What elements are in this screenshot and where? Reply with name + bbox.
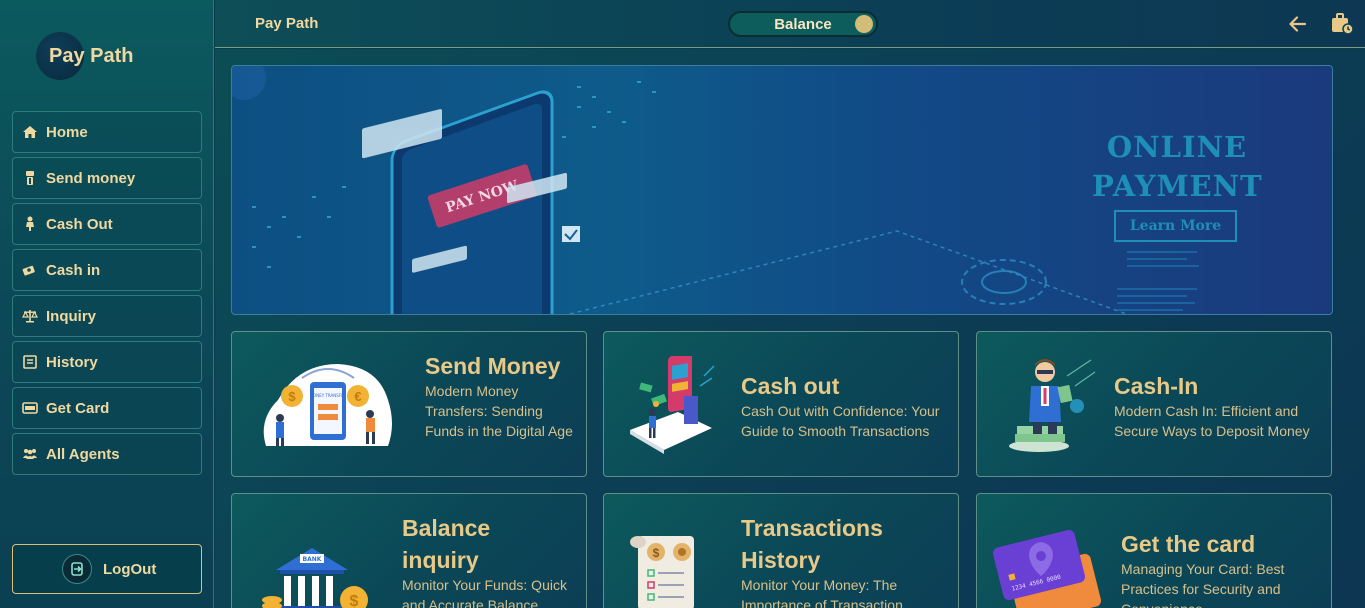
card-title: Send Money	[425, 353, 561, 379]
sidebar-item-history[interactable]: History	[12, 341, 202, 383]
card-get-the-card[interactable]: 1234 4566 0000 Get the card Managing You…	[976, 493, 1332, 608]
back-arrow-icon[interactable]	[1288, 14, 1308, 34]
main-content: PAY NOW ONLINE PAYMENT Learn More MONEY …	[215, 49, 1365, 608]
sidebar-item-label: Inquiry	[46, 307, 97, 325]
balance-label: Balance	[774, 15, 832, 33]
sidebar-item-label: Get Card	[46, 399, 110, 417]
history-icon	[22, 354, 38, 370]
svg-text:$: $	[288, 389, 296, 404]
logout-icon	[62, 554, 92, 584]
sidebar-item-cash-out[interactable]: Cash Out	[12, 203, 202, 245]
sidebar-item-all-agents[interactable]: All Agents	[12, 433, 202, 475]
card-balance-inquiry[interactable]: BANK $ Balance inquiry Monitor Your Fund…	[231, 493, 587, 608]
sidebar-nav: Home Send money Cash Out Cash in Inquiry	[12, 111, 202, 479]
receipt-illustration: $	[630, 536, 694, 608]
card-description: Managing Your Card: Best Practices for S…	[1121, 561, 1285, 608]
cash-out-icon	[22, 216, 38, 232]
bank-illustration: BANK $	[262, 548, 368, 608]
sidebar-item-label: Cash Out	[46, 215, 113, 233]
promo-banner[interactable]: PAY NOW ONLINE PAYMENT Learn More	[231, 65, 1333, 315]
brand-name: Pay Path	[49, 44, 134, 67]
card-title: Cash-In	[1114, 373, 1199, 399]
brand-logo[interactable]: Pay Path	[36, 32, 133, 80]
balance-toggle-knob	[855, 15, 873, 33]
cash-in-icon	[22, 262, 38, 278]
sidebar: Pay Path Home Send money Cash Out Cash i…	[0, 0, 214, 608]
logout-button[interactable]: LogOut	[12, 544, 202, 594]
sidebar-item-label: Cash in	[46, 261, 101, 279]
money-transfer-text: MONEY TRANSFER	[310, 393, 347, 398]
header-title: Pay Path	[255, 15, 319, 32]
top-bar: Pay Path Balance	[215, 0, 1365, 48]
card-title: Transactions History	[741, 515, 883, 573]
cash-in-illustration	[1009, 359, 1096, 452]
agents-icon	[22, 446, 38, 462]
card-description: Cash Out with Confidence: Your Guide to …	[741, 403, 940, 439]
balance-toggle[interactable]: Balance	[728, 11, 878, 37]
svg-text:€: €	[354, 389, 361, 404]
card-description: Monitor Your Money: The Importance of Tr…	[741, 577, 903, 608]
card-transactions-history[interactable]: $ Transactions History Monitor Your Mone…	[603, 493, 959, 608]
scale-icon	[22, 308, 38, 324]
sidebar-item-label: All Agents	[46, 445, 120, 463]
card-cash-in[interactable]: Cash-In Modern Cash In: Efficient and Se…	[976, 331, 1332, 477]
svg-text:$: $	[350, 593, 359, 608]
cash-out-illustration	[630, 356, 715, 454]
card-title: Cash out	[741, 373, 840, 399]
credit-card-illustration: 1234 4566 0000	[992, 529, 1101, 608]
sidebar-item-cash-in[interactable]: Cash in	[12, 249, 202, 291]
card-send-money[interactable]: MONEY TRANSFER $ € Send Money Modern Mon…	[231, 331, 587, 477]
banner-title: ONLINE PAYMENT	[1092, 128, 1262, 206]
card-cash-out[interactable]: Cash out Cash Out with Confidence: Your …	[603, 331, 959, 477]
sidebar-item-inquiry[interactable]: Inquiry	[12, 295, 202, 337]
card-description: Monitor Your Funds: Quick and Accurate B…	[402, 577, 567, 608]
wallet-history-icon[interactable]	[1330, 12, 1354, 36]
svg-text:$: $	[653, 546, 660, 560]
home-icon	[22, 124, 38, 140]
sidebar-item-send-money[interactable]: Send money	[12, 157, 202, 199]
card-icon	[22, 400, 38, 416]
sidebar-item-get-card[interactable]: Get Card	[12, 387, 202, 429]
sidebar-item-label: Home	[46, 123, 88, 141]
sidebar-item-label: Send money	[46, 169, 136, 187]
card-title: Balance inquiry	[402, 515, 491, 573]
send-money-illustration: MONEY TRANSFER $ €	[263, 364, 392, 446]
banner-title-line2: PAYMENT	[1092, 169, 1263, 203]
learn-more-button[interactable]: Learn More	[1114, 210, 1237, 242]
banner-title-line1: ONLINE	[1106, 130, 1248, 164]
card-title: Get the card	[1121, 531, 1256, 557]
money-icon	[22, 170, 38, 186]
sidebar-item-home[interactable]: Home	[12, 111, 202, 153]
bank-text: BANK	[303, 556, 322, 563]
sidebar-item-label: History	[46, 353, 98, 371]
logout-label: LogOut	[103, 560, 157, 578]
card-description: Modern Money Transfers: Sending Funds in…	[425, 383, 573, 439]
card-description: Modern Cash In: Efficient and Secure Way…	[1114, 403, 1310, 439]
